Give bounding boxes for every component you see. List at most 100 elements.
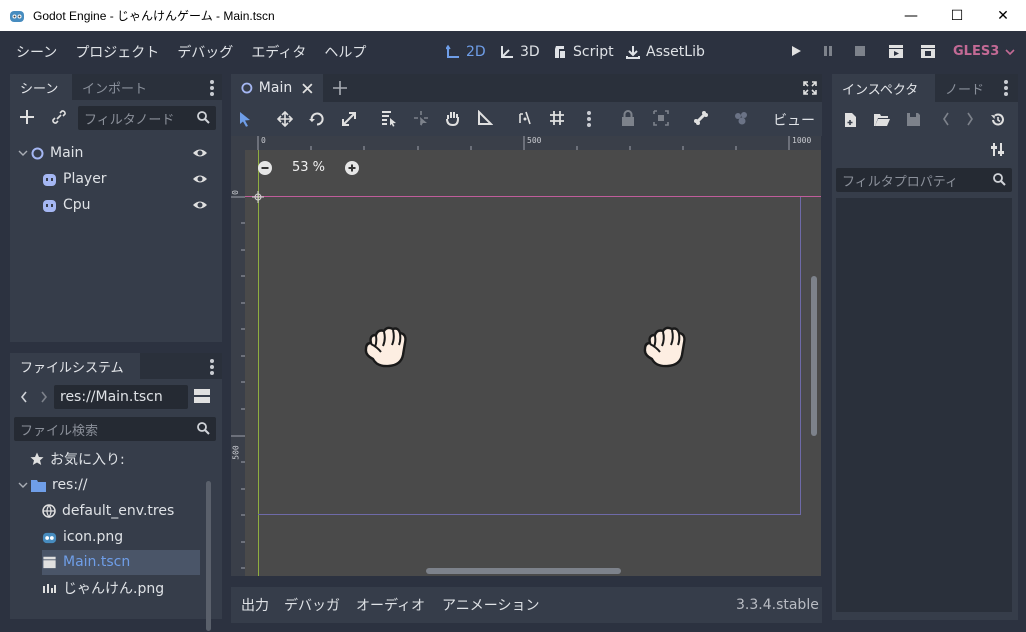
bottom-tab-output[interactable]: 出力 bbox=[241, 587, 269, 623]
filesystem-scrollbar[interactable] bbox=[206, 481, 211, 631]
tree-node-cpu[interactable]: Cpu bbox=[42, 192, 212, 218]
stop-button[interactable] bbox=[850, 41, 870, 61]
viewport-vertical-scrollbar[interactable] bbox=[811, 276, 817, 436]
file-icon-png[interactable]: icon.png bbox=[42, 524, 123, 550]
canvas-viewport[interactable]: 0 500 1000 0 500 53 % bbox=[231, 136, 821, 576]
forward-arrow-icon[interactable] bbox=[40, 391, 48, 403]
play-button[interactable] bbox=[786, 41, 806, 61]
folder-res[interactable]: res:// bbox=[18, 472, 88, 498]
tab-import[interactable]: インポート bbox=[72, 74, 157, 100]
file-search-input[interactable]: ファイル検索 bbox=[14, 417, 216, 441]
property-filter-input[interactable]: フィルタプロパティ bbox=[836, 168, 1012, 192]
new-resource-icon[interactable] bbox=[844, 112, 858, 128]
tab-inspector[interactable]: インスペクタ bbox=[832, 74, 935, 102]
play-custom-scene-button[interactable] bbox=[918, 41, 938, 61]
scene-dock-body: フィルタノード Main Player Cpu bbox=[10, 100, 222, 342]
filesystem-path-input[interactable]: res://Main.tscn bbox=[54, 385, 188, 409]
play-scene-button[interactable] bbox=[886, 41, 906, 61]
snap-options-icon[interactable] bbox=[587, 111, 591, 127]
visibility-eye-icon[interactable] bbox=[192, 197, 208, 213]
filesystem-path-value: res://Main.tscn bbox=[60, 389, 163, 405]
viewport-horizontal-scrollbar[interactable] bbox=[426, 568, 621, 574]
tab-scene[interactable]: シーン bbox=[10, 74, 72, 100]
menu-scene[interactable]: シーン bbox=[16, 42, 57, 62]
tab-node[interactable]: ノード bbox=[935, 74, 994, 102]
bone-icon[interactable] bbox=[693, 110, 709, 126]
tab-filesystem[interactable]: ファイルシステム bbox=[10, 353, 140, 379]
group-icon[interactable] bbox=[653, 110, 669, 126]
tree-node-player[interactable]: Player bbox=[42, 166, 212, 192]
godot-logo-icon bbox=[10, 10, 24, 22]
inspector-dock-menu-icon[interactable] bbox=[1004, 80, 1008, 96]
menu-help[interactable]: ヘルプ bbox=[324, 42, 366, 62]
property-filter-placeholder: フィルタプロパティ bbox=[842, 174, 958, 190]
workspace-assetlib-button[interactable]: AssetLib bbox=[626, 31, 705, 72]
renderer-selector[interactable]: GLES3 bbox=[953, 31, 1015, 72]
bottom-tab-debugger[interactable]: デバッガ bbox=[284, 587, 340, 623]
history-back-icon[interactable] bbox=[942, 112, 950, 126]
pan-hand-icon[interactable] bbox=[445, 110, 461, 126]
lock-icon[interactable] bbox=[621, 110, 635, 126]
filesystem-dock-menu-icon[interactable] bbox=[210, 359, 214, 375]
play-icon bbox=[792, 46, 801, 56]
clapperboard-custom-icon bbox=[921, 45, 935, 58]
back-arrow-icon[interactable] bbox=[20, 391, 28, 403]
horizontal-ruler[interactable]: 0 500 1000 bbox=[231, 136, 821, 150]
zoom-level[interactable]: 53 % bbox=[292, 160, 325, 175]
pivot-tool-icon[interactable] bbox=[413, 110, 429, 126]
menu-editor[interactable]: エディタ bbox=[251, 42, 306, 62]
pause-button[interactable] bbox=[818, 41, 838, 61]
menu-project[interactable]: プロジェクト bbox=[75, 42, 159, 62]
close-button[interactable]: ✕ bbox=[980, 0, 1026, 31]
list-select-icon[interactable] bbox=[381, 110, 397, 127]
favorites-item[interactable]: お気に入り: bbox=[30, 446, 125, 472]
cpu-fist-sprite[interactable] bbox=[642, 325, 690, 369]
grid-snap-icon[interactable] bbox=[549, 110, 565, 126]
move-tool-icon[interactable] bbox=[277, 111, 293, 127]
close-icon[interactable] bbox=[302, 82, 313, 94]
bottom-tab-audio[interactable]: オーディオ bbox=[356, 587, 425, 623]
history-icon[interactable] bbox=[990, 112, 1005, 127]
scene-tab-main[interactable]: Main bbox=[231, 74, 323, 102]
open-folder-icon[interactable] bbox=[874, 113, 890, 127]
visibility-eye-icon[interactable] bbox=[192, 171, 208, 187]
zoom-in-icon[interactable] bbox=[345, 161, 359, 175]
tools-icon[interactable] bbox=[990, 142, 1005, 157]
split-view-icon[interactable] bbox=[194, 388, 210, 404]
link-icon[interactable] bbox=[52, 110, 66, 124]
ruler-label-y0: 0 bbox=[231, 190, 240, 195]
vertical-ruler[interactable]: 0 500 bbox=[231, 136, 245, 576]
add-scene-tab-icon[interactable] bbox=[333, 81, 347, 95]
visibility-eye-icon[interactable] bbox=[192, 145, 208, 161]
workspace-3d-label: 3D bbox=[520, 43, 540, 60]
history-forward-icon[interactable] bbox=[966, 112, 974, 126]
scene-dock-menu-icon[interactable] bbox=[210, 80, 214, 96]
workspace-3d-button[interactable]: 3D bbox=[500, 31, 540, 72]
ruler-tool-icon[interactable] bbox=[477, 110, 493, 126]
chevron-down-icon bbox=[18, 482, 28, 488]
smart-snap-icon[interactable] bbox=[517, 110, 533, 126]
distraction-free-icon[interactable] bbox=[803, 81, 817, 95]
tree-node-main[interactable]: Main bbox=[18, 140, 218, 166]
rotate-tool-icon[interactable] bbox=[309, 111, 325, 127]
chevron-down-icon bbox=[1005, 48, 1015, 55]
menu-debug[interactable]: デバッグ bbox=[177, 42, 233, 62]
particles-icon[interactable] bbox=[733, 110, 749, 126]
file-default-env[interactable]: default_env.tres bbox=[42, 498, 174, 524]
workspace-script-button[interactable]: Script bbox=[553, 31, 614, 72]
scene-filter-input[interactable]: フィルタノード bbox=[78, 106, 216, 130]
file-main-tscn[interactable]: Main.tscn bbox=[42, 549, 130, 575]
add-node-icon[interactable] bbox=[20, 110, 34, 124]
select-tool-icon[interactable] bbox=[238, 111, 252, 127]
player-fist-sprite[interactable] bbox=[363, 325, 411, 369]
workspace-2d-button[interactable]: 2D bbox=[446, 31, 486, 72]
minimize-button[interactable]: — bbox=[888, 0, 934, 31]
window-title: Godot Engine - じゃんけんゲーム - Main.tscn bbox=[33, 9, 275, 23]
view-menu[interactable]: ビュー bbox=[773, 110, 815, 130]
file-janken-png[interactable]: じゃんけん.png bbox=[42, 575, 164, 601]
bottom-tab-animation[interactable]: アニメーション bbox=[442, 587, 539, 623]
zoom-out-icon[interactable] bbox=[258, 161, 272, 175]
scale-tool-icon[interactable] bbox=[341, 111, 357, 127]
save-icon[interactable] bbox=[906, 112, 921, 127]
maximize-button[interactable]: ☐ bbox=[934, 0, 980, 31]
